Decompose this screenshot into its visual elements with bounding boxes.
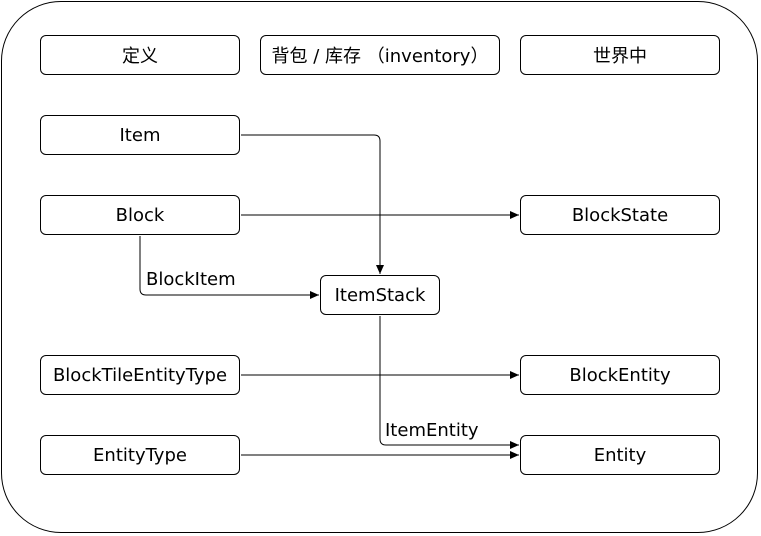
edge-label-block-item: BlockItem [146, 269, 236, 291]
node-block-entity: BlockEntity [520, 355, 720, 395]
node-block-state: BlockState [520, 195, 720, 235]
header-inventory: 背包 / 库存 （inventory） [260, 35, 500, 75]
edge-item-to-itemstack [241, 134, 384, 274]
node-entity-type: EntityType [40, 435, 240, 475]
node-entity: Entity [520, 435, 720, 475]
header-definition: 定义 [40, 35, 240, 75]
edge-label-item-entity: ItemEntity [385, 420, 479, 442]
node-block: Block [40, 195, 240, 235]
header-world: 世界中 [520, 35, 720, 75]
node-block-tile-entity-type: BlockTileEntityType [40, 355, 240, 395]
node-item-stack: ItemStack [320, 275, 440, 315]
node-item: Item [40, 115, 240, 155]
